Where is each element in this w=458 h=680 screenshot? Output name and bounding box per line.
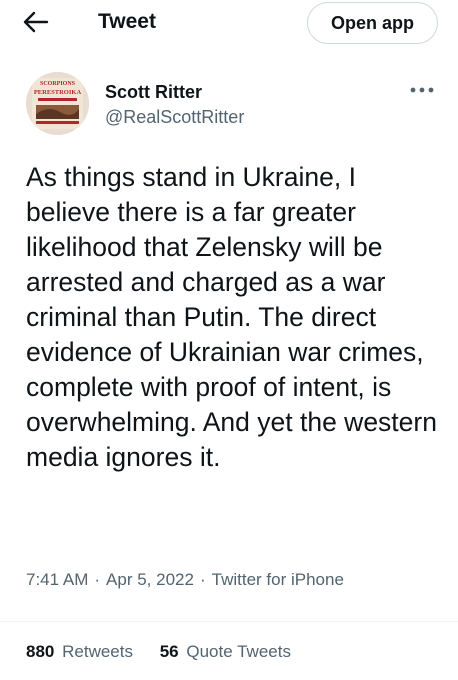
more-options-button[interactable] bbox=[404, 78, 440, 102]
top-nav: Tweet Open app bbox=[0, 0, 458, 44]
page-title: Tweet bbox=[98, 10, 156, 33]
retweets-count: 880 bbox=[26, 642, 55, 661]
quotes-count: 56 bbox=[159, 642, 179, 661]
tweet-meta: 7:41 AM · Apr 5, 2022 · Twitter for iPhone bbox=[26, 568, 446, 592]
meta-separator: · bbox=[94, 570, 101, 589]
meta-separator: · bbox=[199, 570, 206, 589]
arrow-left-icon bbox=[23, 11, 49, 33]
avatar-text-mid: PERESTROIKA bbox=[34, 89, 82, 96]
divider bbox=[0, 621, 458, 622]
avatar-image: SCORPIONS PERESTROIKA bbox=[26, 72, 89, 135]
author-display-name[interactable]: Scott Ritter bbox=[105, 81, 202, 103]
back-button[interactable] bbox=[18, 6, 54, 38]
tweet-page: Tweet Open app SCORPIONS PERESTROIKA Sco… bbox=[0, 0, 458, 680]
quotes-label: Quote Tweets bbox=[186, 642, 291, 661]
author-handle[interactable]: @RealScottRitter bbox=[105, 106, 244, 128]
tweet-date[interactable]: Apr 5, 2022 bbox=[106, 570, 194, 589]
more-horizontal-icon bbox=[410, 87, 434, 93]
tweet-stats: 880 Retweets 56 Quote Tweets bbox=[26, 640, 446, 664]
tweet-time[interactable]: 7:41 AM bbox=[26, 570, 88, 589]
tweet-text: As things stand in Ukraine, I believe th… bbox=[26, 162, 437, 472]
avatar-text-top: SCORPIONS bbox=[40, 81, 76, 87]
open-app-button[interactable]: Open app bbox=[307, 2, 438, 44]
avatar[interactable]: SCORPIONS PERESTROIKA bbox=[26, 72, 89, 135]
quote-tweets-stat[interactable]: 56 Quote Tweets bbox=[160, 640, 291, 664]
retweets-label: Retweets bbox=[62, 642, 133, 661]
retweets-stat[interactable]: 880 Retweets bbox=[26, 640, 133, 664]
tweet-source[interactable]: Twitter for iPhone bbox=[212, 570, 344, 589]
